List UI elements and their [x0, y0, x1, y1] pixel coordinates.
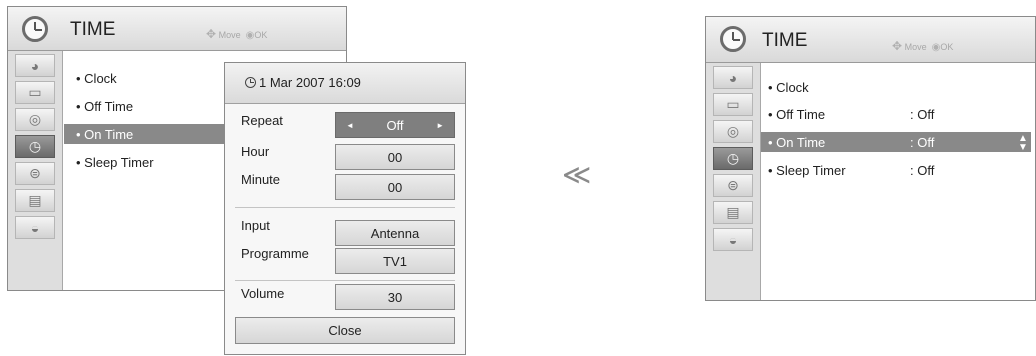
left-category-column: ◕ ▭ ◎ ◷ ⊜ ▤ ◒	[8, 51, 63, 290]
popup-divider-2	[235, 280, 455, 281]
up-down-arrow-icon[interactable]: ▲ ▼	[1018, 134, 1028, 153]
close-button[interactable]: Close	[235, 317, 455, 344]
repeat-label: Repeat	[241, 113, 283, 128]
right-menu-title: TIME	[762, 30, 808, 51]
left-menu-item-off-time[interactable]: • Off Time	[76, 99, 133, 114]
time-icon[interactable]: ◷	[15, 135, 55, 158]
move-arrows-icon: ✥	[892, 39, 903, 53]
option-icon[interactable]: ▤	[713, 201, 753, 224]
picture-icon[interactable]: ◕	[713, 66, 753, 89]
hour-field[interactable]: 00	[335, 144, 455, 170]
time-clock-icon	[720, 26, 746, 52]
screen-icon[interactable]: ▭	[713, 93, 753, 116]
on-time-value: : Off	[910, 135, 935, 150]
repeat-value: Off	[386, 117, 404, 133]
sleep-timer-value: : Off	[910, 163, 935, 178]
audio-icon[interactable]: ◎	[713, 120, 753, 143]
left-menu-nav-hint: ✥ Move ◉OK	[206, 27, 267, 41]
right-menu-item-on-time[interactable]: • On Time	[768, 135, 825, 150]
arrow-left-icon[interactable]: ◄	[346, 121, 354, 130]
popup-datetime: 1 Mar 2007 16:09	[259, 75, 361, 90]
separator-symbol: ≪	[562, 159, 591, 190]
right-menu-header: TIME ✥ Move ◉OK	[706, 17, 1035, 63]
minute-field[interactable]: 00	[335, 174, 455, 200]
audio-icon[interactable]: ◎	[15, 108, 55, 131]
arrow-right-icon[interactable]: ►	[436, 121, 444, 130]
option-icon[interactable]: ▤	[15, 189, 55, 212]
right-time-menu: TIME ✥ Move ◉OK ◕ ▭ ◎ ◷ ⊜ ▤ ◒ • Clock • …	[705, 16, 1036, 301]
hour-label: Hour	[241, 144, 270, 159]
volume-label: Volume	[241, 286, 285, 301]
usb-icon[interactable]: ◒	[713, 228, 753, 251]
clock-icon	[245, 77, 256, 88]
volume-field[interactable]: 30	[335, 284, 455, 310]
right-menu-item-clock[interactable]: • Clock	[768, 80, 809, 95]
popup-divider-1	[235, 207, 455, 208]
minute-label: Minute	[241, 172, 281, 187]
repeat-selector[interactable]: ◄ Off ►	[335, 112, 455, 138]
time-icon[interactable]: ◷	[713, 147, 753, 170]
on-time-popup: 1 Mar 2007 16:09 Repeat ◄ Off ► Hour 00 …	[224, 62, 466, 355]
left-menu-item-on-time[interactable]: • On Time	[76, 127, 133, 142]
off-time-value: : Off	[910, 107, 935, 122]
move-arrows-icon: ✥	[206, 27, 217, 41]
left-menu-header: TIME ✥ Move ◉OK	[8, 7, 346, 51]
programme-label: Programme	[241, 246, 309, 261]
left-menu-item-sleep-timer[interactable]: • Sleep Timer	[76, 155, 154, 170]
right-category-column: ◕ ▭ ◎ ◷ ⊜ ▤ ◒	[706, 63, 761, 300]
hint-move-label: Move	[218, 30, 241, 40]
right-menu-item-off-time[interactable]: • Off Time	[768, 107, 825, 122]
input-label: Input	[241, 218, 270, 233]
hint-move-label: Move	[904, 42, 927, 52]
picture-icon[interactable]: ◕	[15, 54, 55, 77]
hint-ok-label: OK	[254, 30, 268, 40]
programme-field[interactable]: TV1	[335, 248, 455, 274]
lock-icon[interactable]: ⊜	[15, 162, 55, 185]
right-menu-nav-hint: ✥ Move ◉OK	[892, 39, 953, 53]
input-field[interactable]: Antenna	[335, 220, 455, 246]
hint-ok-label: OK	[940, 42, 954, 52]
left-menu-item-clock[interactable]: • Clock	[76, 71, 117, 86]
right-menu-item-sleep-timer[interactable]: • Sleep Timer	[768, 163, 846, 178]
usb-icon[interactable]: ◒	[15, 216, 55, 239]
popup-header: 1 Mar 2007 16:09	[225, 63, 465, 104]
lock-icon[interactable]: ⊜	[713, 174, 753, 197]
left-menu-title: TIME	[70, 19, 116, 40]
time-clock-icon	[22, 16, 48, 42]
screen-icon[interactable]: ▭	[15, 81, 55, 104]
